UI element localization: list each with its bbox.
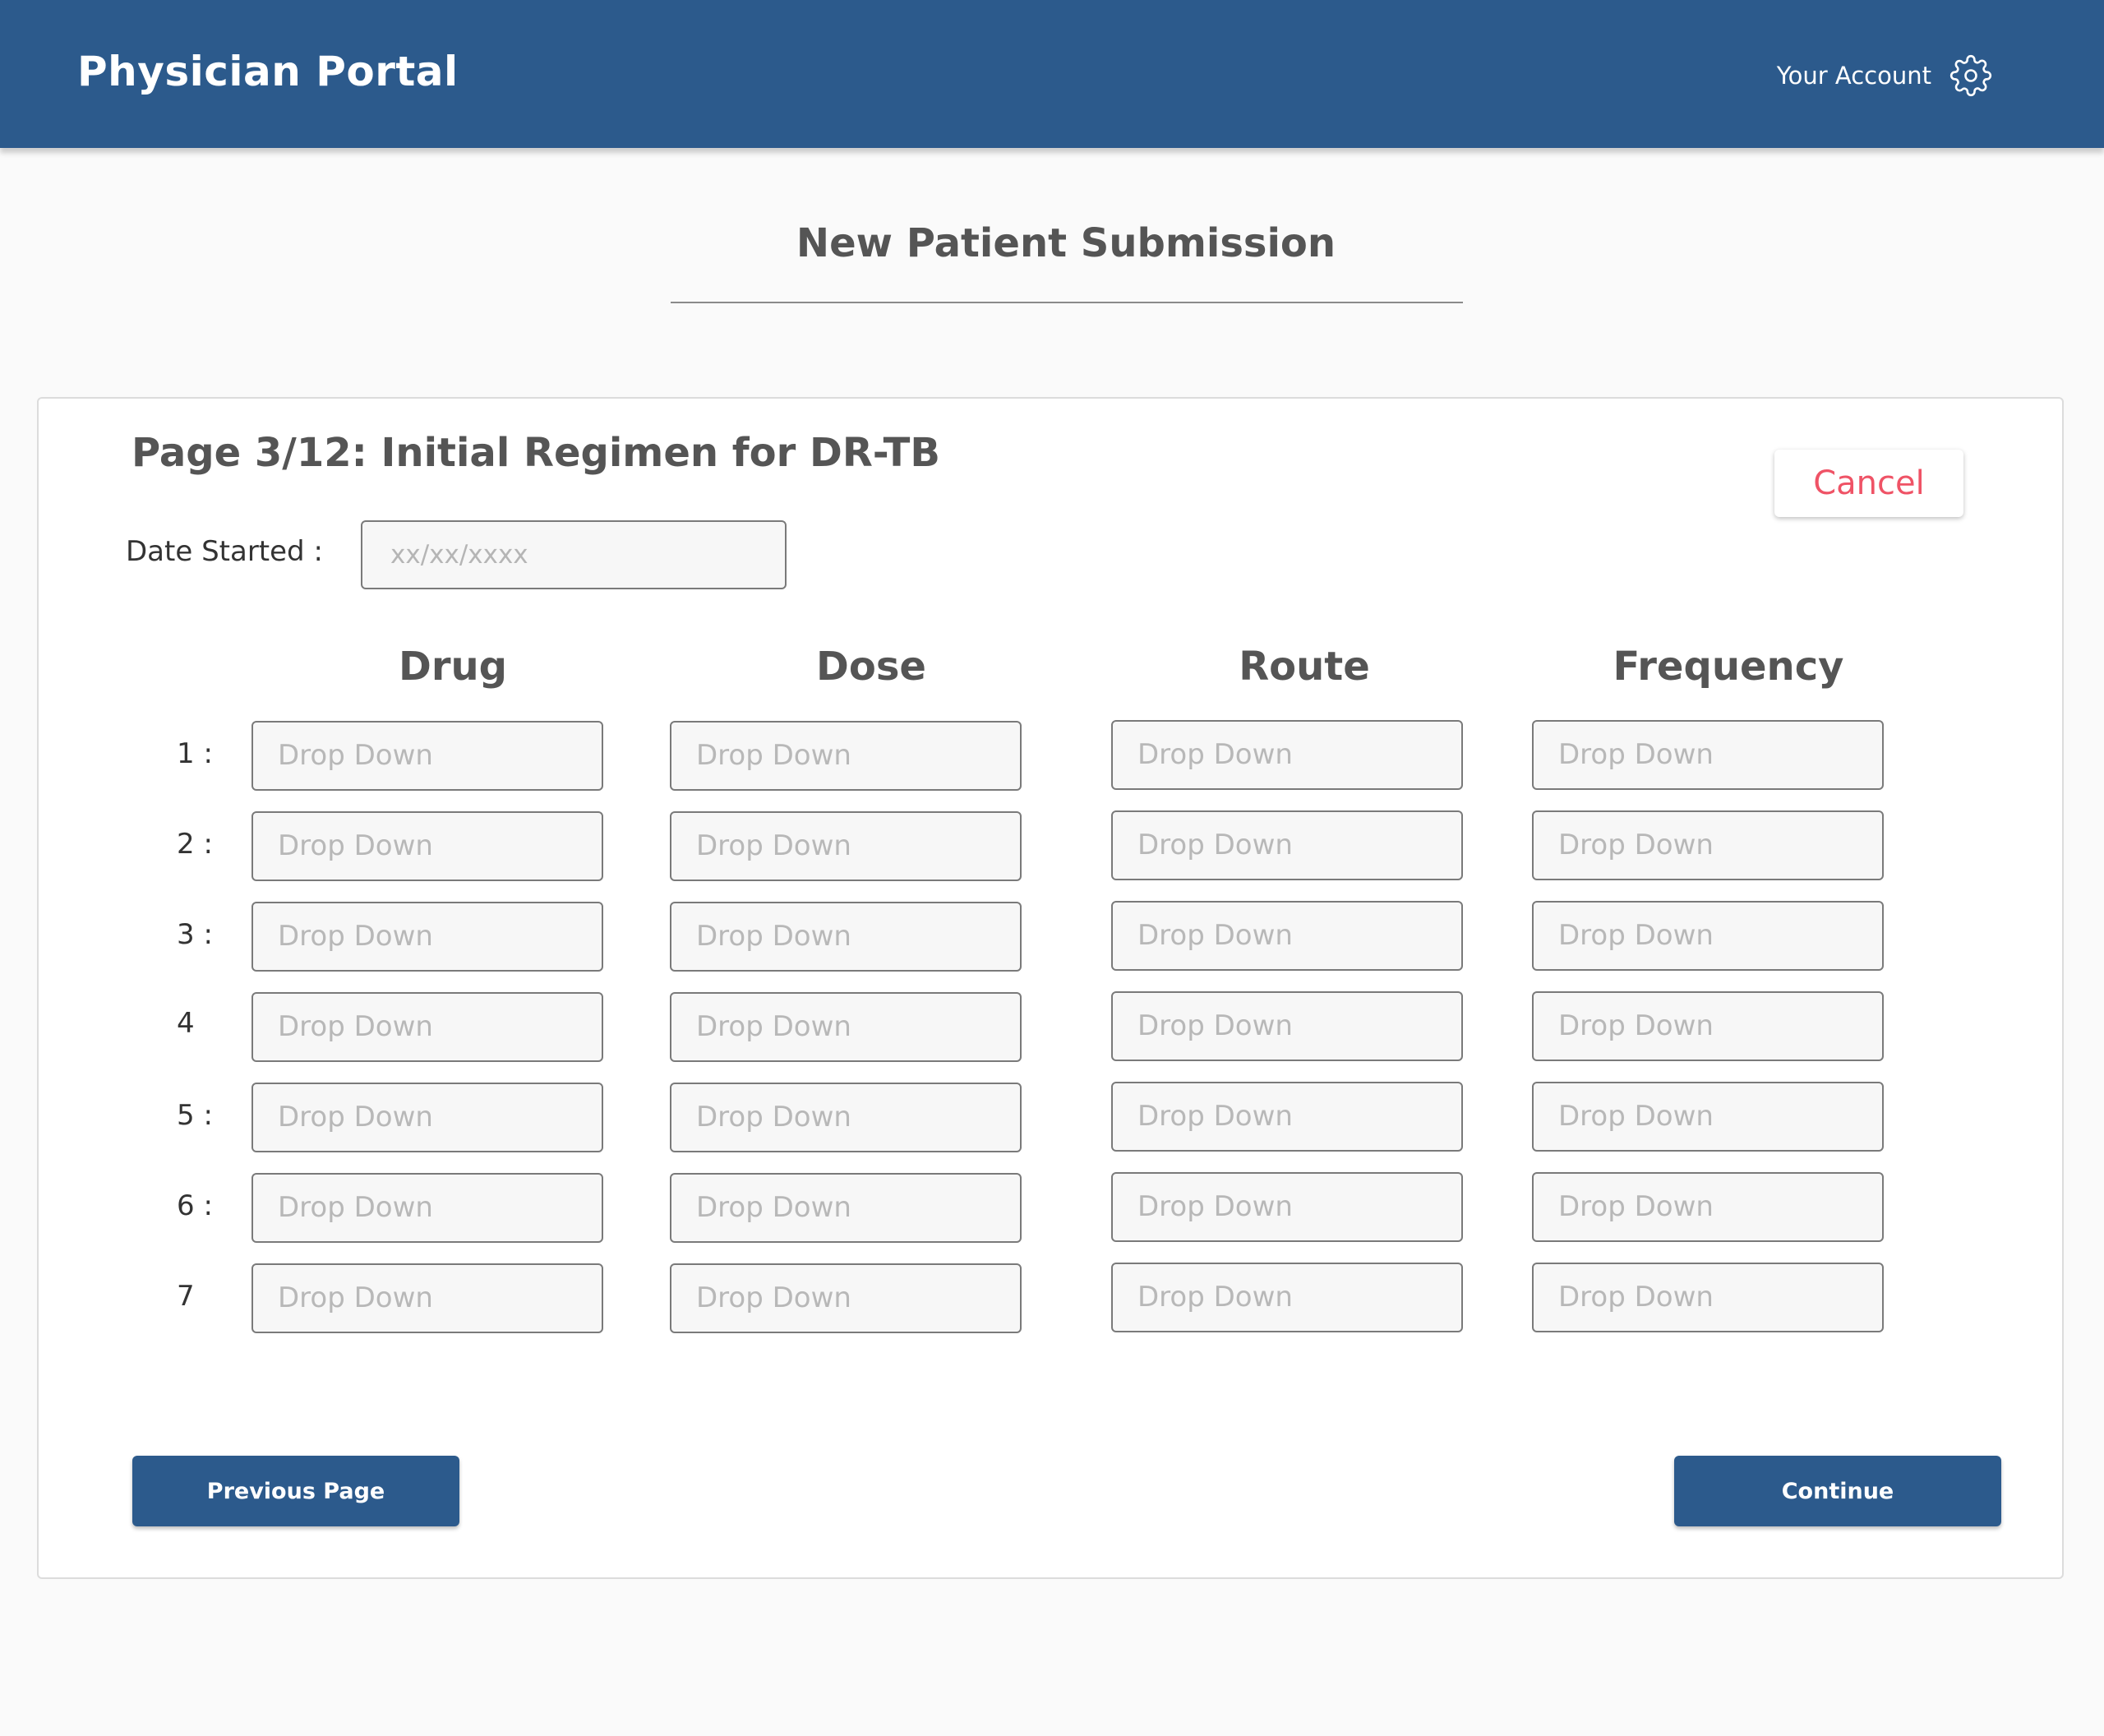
row-number-label: 1 :	[177, 737, 213, 770]
dose-dropdown-row-2[interactable]: Drop Down	[670, 811, 1022, 881]
route-dropdown-row-4[interactable]: Drop Down	[1111, 991, 1463, 1061]
dose-dropdown-row-5[interactable]: Drop Down	[670, 1083, 1022, 1152]
previous-page-button[interactable]: Previous Page	[132, 1456, 459, 1526]
frequency-dropdown-row-2[interactable]: Drop Down	[1532, 810, 1884, 880]
frequency-dropdown-row-3[interactable]: Drop Down	[1532, 901, 1884, 971]
drug-dropdown-row-6[interactable]: Drop Down	[251, 1173, 603, 1243]
section-title: Page 3/12: Initial Regimen for DR-TB	[132, 430, 940, 476]
drug-dropdown-row-4[interactable]: Drop Down	[251, 992, 603, 1062]
drug-dropdown-row-5[interactable]: Drop Down	[251, 1083, 603, 1152]
drug-dropdown-row-1[interactable]: Drop Down	[251, 721, 603, 791]
route-dropdown-row-2[interactable]: Drop Down	[1111, 810, 1463, 880]
route-dropdown-row-3[interactable]: Drop Down	[1111, 901, 1463, 971]
date-started-label: Date Started :	[126, 535, 323, 568]
your-account-label: Your Account	[1776, 62, 1931, 90]
row-number-label: 5 :	[177, 1099, 213, 1132]
frequency-dropdown-row-5[interactable]: Drop Down	[1532, 1082, 1884, 1152]
frequency-dropdown-row-6[interactable]: Drop Down	[1532, 1172, 1884, 1242]
column-header-drug: Drug	[398, 644, 508, 690]
row-number-label: 4	[177, 1007, 195, 1040]
app-title: Physician Portal	[77, 48, 459, 95]
page-title: New Patient Submission	[796, 220, 1336, 266]
top-navigation-bar: Physician Portal Your Account	[0, 0, 2104, 148]
your-account-button[interactable]: Your Account	[1777, 54, 1992, 97]
row-number-label: 2 :	[177, 828, 213, 861]
row-number-label: 7	[177, 1280, 195, 1313]
date-started-input[interactable]	[361, 520, 787, 589]
dose-dropdown-row-3[interactable]: Drop Down	[670, 902, 1022, 972]
row-number-label: 3 :	[177, 918, 213, 951]
route-dropdown-row-6[interactable]: Drop Down	[1111, 1172, 1463, 1242]
column-header-dose: Dose	[816, 644, 926, 690]
drug-dropdown-row-2[interactable]: Drop Down	[251, 811, 603, 881]
cancel-button[interactable]: Cancel	[1774, 450, 1963, 517]
drug-dropdown-row-7[interactable]: Drop Down	[251, 1263, 603, 1333]
frequency-dropdown-row-4[interactable]: Drop Down	[1532, 991, 1884, 1061]
dose-dropdown-row-4[interactable]: Drop Down	[670, 992, 1022, 1062]
column-header-frequency: Frequency	[1613, 644, 1844, 690]
dose-dropdown-row-1[interactable]: Drop Down	[670, 721, 1022, 791]
form-card: Page 3/12: Initial Regimen for DR-TB Can…	[37, 397, 2064, 1579]
frequency-dropdown-row-1[interactable]: Drop Down	[1532, 720, 1884, 790]
route-dropdown-row-5[interactable]: Drop Down	[1111, 1082, 1463, 1152]
frequency-dropdown-row-7[interactable]: Drop Down	[1532, 1263, 1884, 1332]
gear-icon[interactable]	[1949, 54, 1992, 97]
continue-button[interactable]: Continue	[1674, 1456, 2001, 1526]
row-number-label: 6 :	[177, 1189, 213, 1222]
dose-dropdown-row-6[interactable]: Drop Down	[670, 1173, 1022, 1243]
title-divider	[671, 302, 1463, 303]
route-dropdown-row-7[interactable]: Drop Down	[1111, 1263, 1463, 1332]
column-header-route: Route	[1239, 644, 1370, 690]
route-dropdown-row-1[interactable]: Drop Down	[1111, 720, 1463, 790]
drug-dropdown-row-3[interactable]: Drop Down	[251, 902, 603, 972]
dose-dropdown-row-7[interactable]: Drop Down	[670, 1263, 1022, 1333]
